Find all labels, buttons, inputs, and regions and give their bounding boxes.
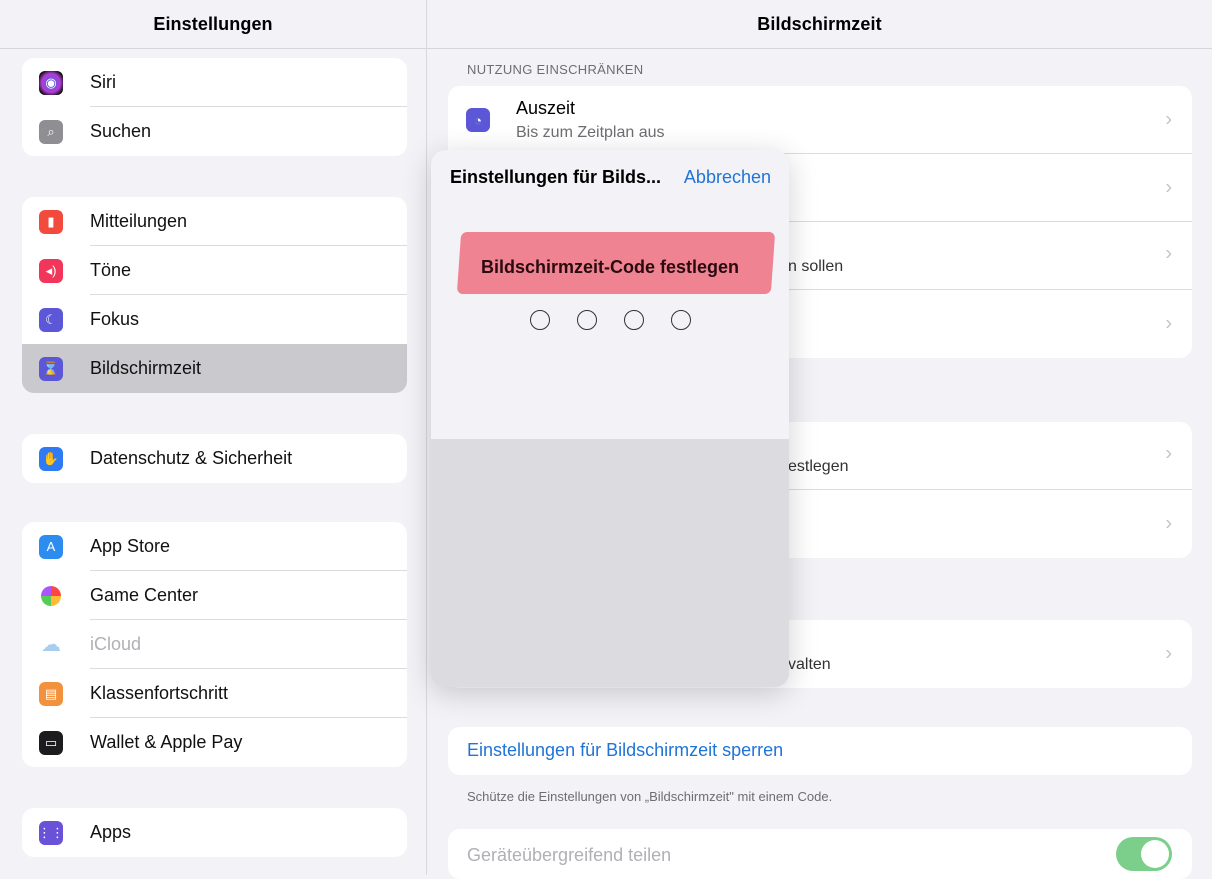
passcode-dots [431,310,789,330]
sidebar-group-2: ▮ Mitteilungen ◂) Töne ☾ Fokus ⌛ Bildsch… [22,197,407,393]
moon-icon: ☾ [39,307,63,332]
passcode-heading: Bildschirmzeit-Code festlegen [480,257,740,277]
hourglass-icon: ⌛ [39,356,63,381]
popover-title: Einstellungen für Bilds... [450,167,662,187]
chevron-right-icon: › [1165,312,1172,335]
lock-settings-button[interactable]: Einstellungen für Bildschirmzeit sperren [467,740,783,761]
sidebar-item-app-store[interactable]: A App Store [22,522,407,571]
chevron-right-icon: › [1165,242,1172,265]
passcode-dot [670,310,691,330]
chart-icon: ▤ [39,681,63,706]
sidebar-item-wallet[interactable]: ▭ Wallet & Apple Pay [22,718,407,767]
sidebar-item-datenschutz[interactable]: ✋ Datenschutz & Sicherheit [22,434,407,483]
sidebar-group-1: ◉ Siri ⌕ Suchen [22,58,407,156]
sidebar-item-fokus[interactable]: ☾ Fokus [22,295,407,344]
passcode-popover: Einstellungen für Bilds... Abbrechen Bil… [431,150,789,687]
sidebar-group-5: ⋮⋮ Apps [22,808,407,857]
row-auszeit[interactable]: ◔ Auszeit Bis zum Zeitplan aus › [448,86,1192,154]
cloud-icon: ☁ [39,632,63,657]
chevron-right-icon: › [1165,442,1172,465]
sidebar-item-icloud[interactable]: ☁ iCloud [22,620,407,669]
sidebar-title: Einstellungen [0,0,426,49]
passcode-dot [623,310,644,330]
apps-grid-icon: ⋮⋮ [38,820,64,845]
sidebar-item-klassenfortschritt[interactable]: ▤ Klassenfortschritt [22,669,407,718]
sidebar: Einstellungen ◉ Siri ⌕ Suchen ▮ Mitteilu… [0,0,427,875]
lock-footnote: Schütze die Einstellungen von „Bildschir… [467,789,833,804]
chevron-right-icon: › [1165,108,1172,131]
cancel-button[interactable]: Abbrechen [684,167,771,188]
passcode-dot [529,310,550,330]
lock-settings-group: Einstellungen für Bildschirmzeit sperren [448,727,1192,775]
sidebar-group-3: ✋ Datenschutz & Sicherheit [22,434,407,483]
sidebar-item-toene[interactable]: ◂) Töne [22,246,407,295]
sound-icon: ◂) [39,258,63,283]
share-across-devices-toggle[interactable] [1116,837,1172,871]
chevron-right-icon: › [1165,512,1172,535]
hand-icon: ✋ [39,446,63,471]
downtime-icon: ◔ [466,108,490,132]
siri-icon: ◉ [39,70,63,95]
search-icon: ⌕ [39,119,63,144]
sidebar-item-game-center[interactable]: Game Center [22,571,407,620]
game-center-icon [41,585,61,606]
share-across-devices-label: Geräteübergreifend teilen [467,845,672,865]
share-group: Geräteübergreifend teilen [448,829,1192,879]
popover-content: Einstellungen für Bilds... Abbrechen Bil… [431,150,789,439]
sidebar-item-bildschirmzeit[interactable]: ⌛ Bildschirmzeit [22,344,407,393]
wallet-icon: ▭ [39,730,63,755]
sidebar-item-suchen[interactable]: ⌕ Suchen [22,107,407,156]
sidebar-item-apps[interactable]: ⋮⋮ Apps [22,808,407,857]
sidebar-item-mitteilungen[interactable]: ▮ Mitteilungen [22,197,407,246]
app-store-icon: A [39,534,63,559]
section-header-limits: NUTZUNG EINSCHRÄNKEN [467,62,644,77]
passcode-dot [576,310,597,330]
chevron-right-icon: › [1165,176,1172,199]
sidebar-group-4: A App Store Game Center ☁ iCloud ▤ Klass… [22,522,407,767]
detail-title: Bildschirmzeit [427,0,1212,49]
notifications-icon: ▮ [39,209,63,234]
chevron-right-icon: › [1165,642,1172,665]
sidebar-item-siri[interactable]: ◉ Siri [22,58,407,107]
